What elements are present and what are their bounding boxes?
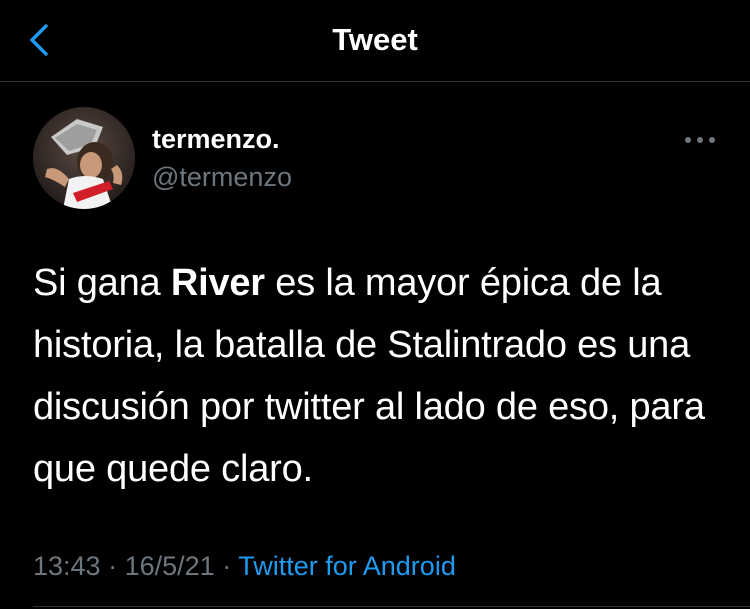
top-bar: Tweet: [0, 0, 750, 82]
meta-separator: ·: [222, 551, 232, 581]
author-avatar[interactable]: [33, 107, 135, 209]
page-title: Tweet: [332, 22, 418, 57]
divider: [33, 606, 750, 607]
author-display-name[interactable]: termenzo.: [152, 124, 280, 155]
tweet-date: 16/5/21: [124, 551, 215, 581]
tweet-detail-screen: Tweet termenzo. @termenzo Si gana River …: [0, 0, 750, 609]
more-options-button[interactable]: [680, 126, 720, 154]
tweet-text-segment: Si gana: [33, 262, 171, 304]
tweet-time: 13:43: [33, 551, 101, 581]
author-handle[interactable]: @termenzo: [152, 162, 292, 193]
avatar-image: [33, 107, 135, 209]
meta-separator: ·: [108, 551, 118, 581]
tweet-metadata: 13:43 · 16/5/21 · Twitter for Android: [33, 548, 456, 584]
more-icon: [685, 137, 715, 143]
tweet-text-bold: River: [170, 262, 265, 304]
tweet-text: Si gana River es la mayor épica de la hi…: [33, 252, 733, 500]
tweet-source-link[interactable]: Twitter for Android: [238, 551, 456, 581]
